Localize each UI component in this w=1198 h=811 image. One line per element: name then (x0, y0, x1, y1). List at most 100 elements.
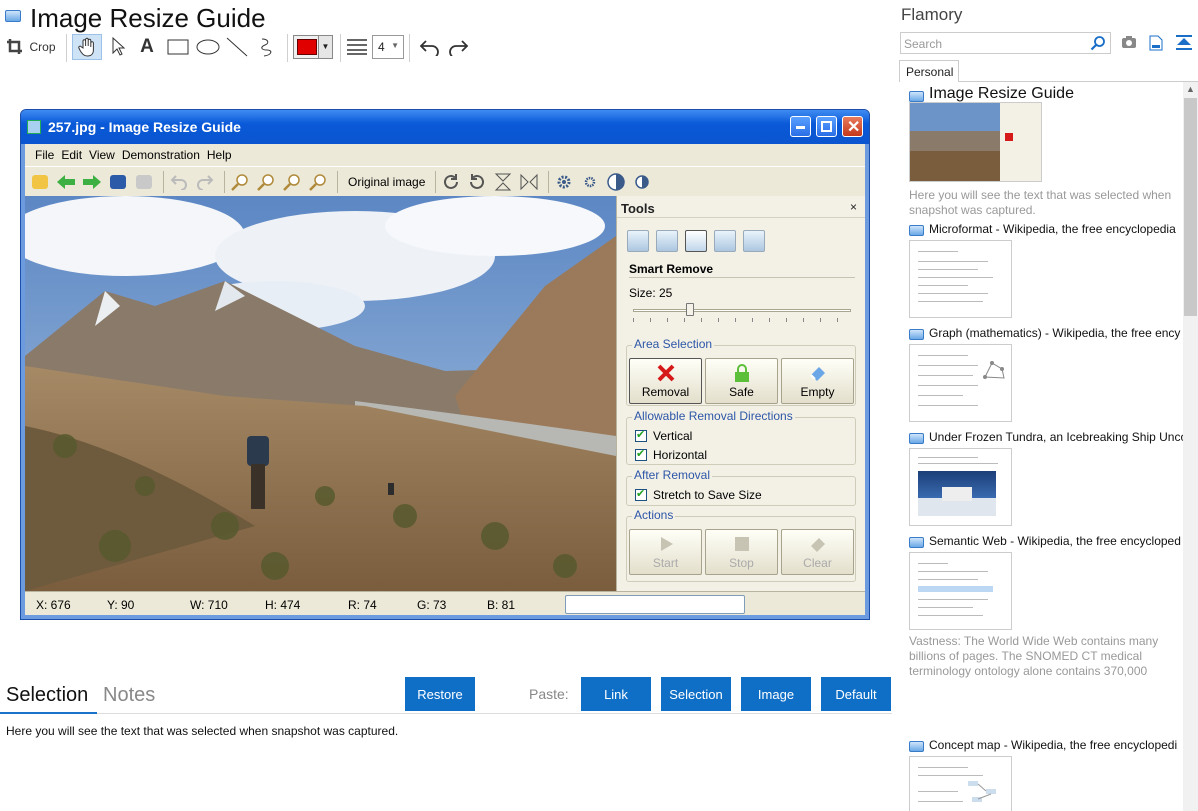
list-item-title: Concept map - Wikipedia, the free encycl… (929, 738, 1178, 752)
vertical-label: Vertical (653, 429, 693, 443)
undo-icon (168, 172, 190, 192)
settings-icon (553, 172, 575, 192)
snapshot-menubar: File Edit View Demonstration Help (25, 144, 865, 166)
print-icon (133, 172, 155, 192)
snapshot-icon (909, 91, 924, 102)
snapshot-thumbnail (909, 102, 1042, 182)
close-window-button: ✕ (842, 116, 863, 137)
after-removal-group: After Removal Stretch to Save Size (626, 468, 856, 506)
hand-tool-button[interactable] (72, 34, 102, 60)
safe-button: Safe (705, 358, 778, 404)
redo-button[interactable] (446, 34, 472, 60)
empty-button: Empty (781, 358, 854, 404)
ellipse-tool-button[interactable] (194, 34, 222, 60)
paste-link-button[interactable]: Link (581, 677, 651, 711)
snapshot-window: 257.jpg - Image Resize Guide ✕ File Edit… (20, 109, 870, 620)
status-b: B: 81 (487, 598, 516, 612)
crop-label: Crop (29, 40, 56, 54)
status-r: R: 74 (348, 598, 377, 612)
size-slider-thumb (685, 303, 694, 316)
snapshot-titlebar: 257.jpg - Image Resize Guide ✕ (21, 110, 869, 144)
tab-selection[interactable]: Selection (6, 684, 88, 707)
search-input[interactable]: Search (900, 32, 1111, 54)
camera-icon[interactable] (1121, 35, 1137, 49)
rectangle-tool-button[interactable] (164, 34, 192, 60)
paste-image-button[interactable]: Image (741, 677, 811, 711)
search-icon[interactable] (1090, 35, 1106, 51)
flip-horizontal-icon (518, 172, 540, 192)
text-tool-button[interactable]: A (136, 34, 158, 60)
menu-help: Help (206, 148, 232, 162)
status-y: Y: 90 (107, 598, 135, 612)
snapshot-thumbnail (909, 552, 1012, 630)
tab-personal[interactable]: Personal (899, 60, 959, 82)
line-tool-button[interactable] (224, 34, 250, 60)
actions-group: Actions Start Stop Clear (626, 508, 856, 582)
stretch-checkbox: Stretch to Save Size (635, 487, 762, 502)
line-width-icon (347, 39, 367, 55)
line-width-button[interactable] (344, 34, 370, 60)
vertical-checkbox: Vertical (635, 428, 693, 443)
removal-label: Removal (641, 385, 690, 399)
snapshot-thumbnail (909, 240, 1012, 318)
size-slider (633, 309, 851, 312)
select-tool-button[interactable] (106, 34, 132, 60)
contrast-icon (605, 172, 627, 192)
sidebar-app-name: Flamory (901, 5, 963, 24)
snapshot-toolbar: Original image (25, 166, 865, 196)
restore-button[interactable]: Restore (405, 677, 475, 711)
original-image-label: Original image (348, 174, 426, 189)
removal-button: Removal (629, 358, 702, 404)
eraser-icon (809, 367, 825, 381)
snapshot-window-title: 257.jpg - Image Resize Guide (48, 119, 241, 135)
zoom-out-icon (255, 172, 277, 192)
snapshot-icon (909, 329, 924, 340)
red-x-icon (657, 364, 674, 382)
play-icon (660, 537, 673, 551)
area-selection-title: Area Selection (632, 337, 715, 351)
tab-notes[interactable]: Notes (103, 684, 155, 707)
paste-selection-button[interactable]: Selection (661, 677, 731, 711)
crop-icon (7, 39, 23, 54)
arrow-pointer-icon (112, 37, 126, 56)
snapshot-icon (909, 433, 924, 444)
chevron-down-icon: ▼ (318, 36, 332, 58)
tools-title: Tools (617, 196, 865, 218)
drawing-toolbar: Crop A (0, 32, 895, 62)
clear-label: Clear (803, 556, 832, 570)
document-icon[interactable] (1149, 35, 1163, 51)
stretch-label: Stretch to Save Size (653, 488, 762, 502)
undo-button[interactable] (416, 34, 442, 60)
status-h: H: 474 (265, 598, 301, 612)
list-item-title: Microformat - Wikipedia, the free encycl… (929, 222, 1176, 236)
crop-button[interactable]: Crop (4, 34, 58, 60)
line-width-select[interactable]: 4 ▼ (372, 35, 404, 59)
freehand-icon (261, 38, 272, 57)
open-folder-icon (29, 172, 51, 192)
rotate-left-icon (466, 172, 488, 192)
size-label: Size: 25 (629, 286, 673, 300)
lock-icon (734, 364, 749, 382)
hand-icon (78, 37, 94, 57)
graduate-icon (714, 230, 736, 252)
rotate-right-icon (440, 172, 462, 192)
app-window: Image Resize Guide Crop A ▼ 4 ▼ 257.jpg … (0, 0, 1198, 811)
rectangle-icon (167, 39, 189, 55)
freehand-tool-button[interactable] (254, 34, 280, 60)
redo-icon (194, 172, 216, 192)
menu-edit: Edit (61, 148, 83, 162)
scrollbar-thumb[interactable] (1184, 98, 1197, 316)
resize-icon (627, 230, 649, 252)
scroll-up-icon[interactable]: ▲ (1186, 84, 1195, 94)
snapshot-icon (909, 741, 924, 752)
smart-remove-heading: Smart Remove (629, 262, 714, 276)
chevron-down-icon: ▼ (391, 41, 399, 50)
landscape-photo (25, 196, 616, 591)
image-icon (27, 120, 41, 134)
eraser-icon (810, 538, 825, 552)
paste-default-button[interactable]: Default (821, 677, 891, 711)
snapshot-list: Image Resize Guide Here you will see the… (900, 82, 1183, 811)
collapse-icon[interactable] (1175, 35, 1193, 51)
forward-arrow-icon (81, 172, 103, 192)
color-picker[interactable]: ▼ (293, 35, 333, 59)
